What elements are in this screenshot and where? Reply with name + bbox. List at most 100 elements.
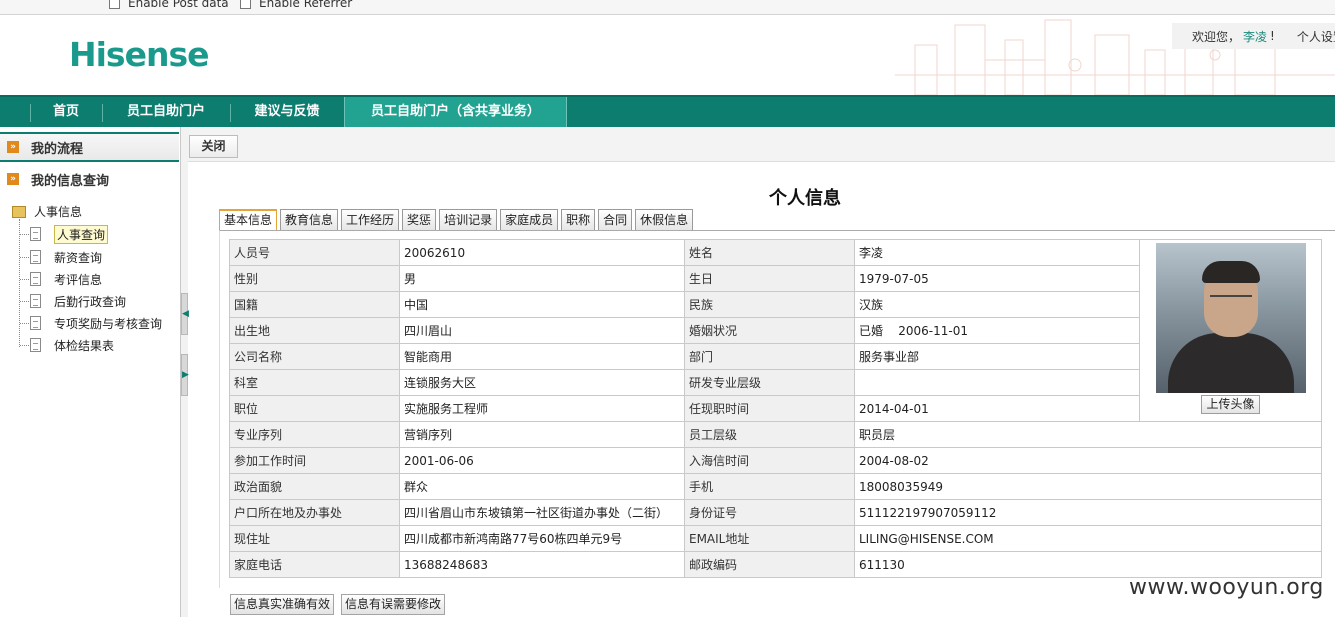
table-row: 专业序列 营销序列 员工层级 职员层: [229, 421, 1322, 448]
enable-referrer-option[interactable]: Enable Referrer: [240, 0, 352, 10]
tab-basic-info[interactable]: 基本信息: [219, 209, 278, 230]
field-label: 公司名称: [229, 343, 400, 370]
section-label: 我的信息查询: [31, 173, 110, 189]
tab-leave[interactable]: 休假信息: [635, 209, 694, 230]
section-label: 我的流程: [31, 141, 84, 157]
page-title: 个人信息: [769, 188, 841, 209]
personal-info-table: 人员号 20062610 姓名 李凌 上传头像 性别 男 生日 1979-07-…: [229, 239, 1322, 578]
table-row: 政治面貌 群众 手机 18008035949: [229, 473, 1322, 500]
close-button[interactable]: 关闭: [189, 135, 238, 158]
field-label: 现住址: [229, 525, 400, 552]
field-value: 智能商用: [399, 343, 685, 370]
site-header: Hisense 欢迎您， 李凌 ! 个人设置: [0, 15, 1335, 95]
field-label: 邮政编码: [684, 551, 855, 578]
watermark: www.wooyun.org: [1129, 575, 1324, 600]
sidebar-item-medical-results[interactable]: 体检结果表: [20, 336, 115, 354]
field-value: 四川成都市新鸿南路77号60栋四单元9号: [399, 525, 685, 552]
sidebar-item-label: 考评信息: [54, 272, 103, 287]
tree-root-hr-info[interactable]: 人事信息: [12, 203, 82, 220]
tab-education[interactable]: 教育信息: [280, 209, 339, 230]
nav-feedback[interactable]: 建议与反馈: [231, 97, 343, 127]
confirm-info-button[interactable]: 信息真实准确有效: [230, 594, 335, 615]
field-label: 入海信时间: [684, 447, 855, 474]
field-value: 汉族: [854, 291, 1140, 318]
collapse-left-icon[interactable]: ◀: [181, 293, 189, 335]
field-value: 职员层: [854, 421, 1322, 448]
sidebar-section-my-workflow[interactable]: » 我的流程: [0, 132, 179, 162]
report-error-button[interactable]: 信息有误需要修改: [341, 594, 446, 615]
field-value: 群众: [399, 473, 685, 500]
field-label: 婚姻状况: [684, 317, 855, 344]
field-value: 20062610: [399, 239, 685, 266]
field-value: 2001-06-06: [399, 447, 685, 474]
welcome-suffix: !: [1270, 29, 1275, 43]
nav-employee-portal[interactable]: 员工自助门户: [103, 97, 229, 127]
tab-rewards-penalties[interactable]: 奖惩: [402, 209, 437, 230]
field-label: 任现职时间: [684, 395, 855, 422]
field-label: 出生地: [229, 317, 400, 344]
field-label: 国籍: [229, 291, 400, 318]
field-value: 2004-08-02: [854, 447, 1322, 474]
nav-home[interactable]: 首页: [31, 97, 101, 127]
sidebar-item-salary-query[interactable]: 薪资查询: [20, 248, 102, 266]
sidebar-item-label: 后勤行政查询: [54, 294, 127, 309]
tree-root-label: 人事信息: [34, 205, 83, 219]
sidebar-section-my-info[interactable]: » 我的信息查询: [0, 164, 179, 194]
document-icon: [30, 250, 41, 264]
enable-post-data-option[interactable]: Enable Post data: [109, 0, 229, 10]
sidebar-item-evaluation[interactable]: 考评信息: [20, 270, 103, 288]
sidebar-item-hr-query[interactable]: 人事查询: [20, 224, 109, 244]
field-value: 已婚 2006-11-01: [854, 317, 1140, 344]
document-icon: [30, 272, 41, 286]
main-nav: 首页 员工自助门户 建议与反馈 员工自助门户（含共享业务）: [0, 95, 1335, 127]
field-label: 参加工作时间: [229, 447, 400, 474]
tab-title[interactable]: 职称: [561, 209, 596, 230]
sidebar-item-special-rewards[interactable]: 专项奖励与考核查询: [20, 314, 162, 332]
username-link[interactable]: 李凌: [1243, 28, 1267, 45]
profile-photo: [1155, 243, 1306, 393]
upload-avatar-button[interactable]: 上传头像: [1201, 395, 1260, 414]
document-icon: [30, 294, 41, 308]
tab-training[interactable]: 培训记录: [439, 209, 498, 230]
info-tabs: 基本信息 教育信息 工作经历 奖惩 培训记录 家庭成员 职称 合同 休假信息: [219, 209, 696, 230]
field-label: 员工层级: [684, 421, 855, 448]
tree-connector: [19, 219, 20, 347]
photo-cell: 上传头像: [1139, 239, 1322, 422]
post-data-checkbox[interactable]: [109, 0, 120, 9]
hisense-logo[interactable]: Hisense: [69, 35, 209, 74]
field-label: 专业序列: [229, 421, 400, 448]
table-row: 家庭电话 13688248683 邮政编码 611130: [229, 551, 1322, 578]
nav-shared-portal[interactable]: 员工自助门户（含共享业务）: [344, 97, 567, 127]
sidebar-item-logistics-query[interactable]: 后勤行政查询: [20, 292, 127, 310]
field-value: 四川省眉山市东坡镇第一社区街道办事处（二街）: [399, 499, 685, 526]
field-value: 连锁服务大区: [399, 369, 685, 396]
document-icon: [30, 227, 41, 241]
field-label: 家庭电话: [229, 551, 400, 578]
field-label: 性别: [229, 265, 400, 292]
field-label: 科室: [229, 369, 400, 396]
field-value: 四川眉山: [399, 317, 685, 344]
table-row: 户口所在地及办事处 四川省眉山市东坡镇第一社区街道办事处（二街） 身份证号 51…: [229, 499, 1322, 526]
settings-link[interactable]: 个人设置: [1297, 28, 1335, 45]
document-icon: [30, 338, 41, 352]
sidebar-splitter[interactable]: ◀ ▶: [181, 127, 189, 617]
field-label: 政治面貌: [229, 473, 400, 500]
field-value: 2014-04-01: [854, 395, 1140, 422]
tab-contract[interactable]: 合同: [598, 209, 633, 230]
tab-work-history[interactable]: 工作经历: [341, 209, 400, 230]
field-label: 职位: [229, 395, 400, 422]
folder-icon: [12, 205, 26, 218]
referrer-checkbox[interactable]: [240, 0, 251, 9]
document-icon: [30, 316, 41, 330]
field-label: 民族: [684, 291, 855, 318]
double-chevron-icon: »: [7, 173, 19, 185]
tab-family[interactable]: 家庭成员: [500, 209, 559, 230]
welcome-area: 欢迎您， 李凌 ! 个人设置: [1172, 23, 1335, 49]
field-value: 18008035949: [854, 473, 1322, 500]
expand-right-icon[interactable]: ▶: [181, 354, 189, 396]
table-row: 现住址 四川成都市新鸿南路77号60栋四单元9号 EMAIL地址 LILING@…: [229, 525, 1322, 552]
table-row: 参加工作时间 2001-06-06 入海信时间 2004-08-02: [229, 447, 1322, 474]
field-value: LILING@HISENSE.COM: [854, 525, 1322, 552]
sidebar-item-label: 体检结果表: [54, 338, 115, 353]
field-label: 手机: [684, 473, 855, 500]
